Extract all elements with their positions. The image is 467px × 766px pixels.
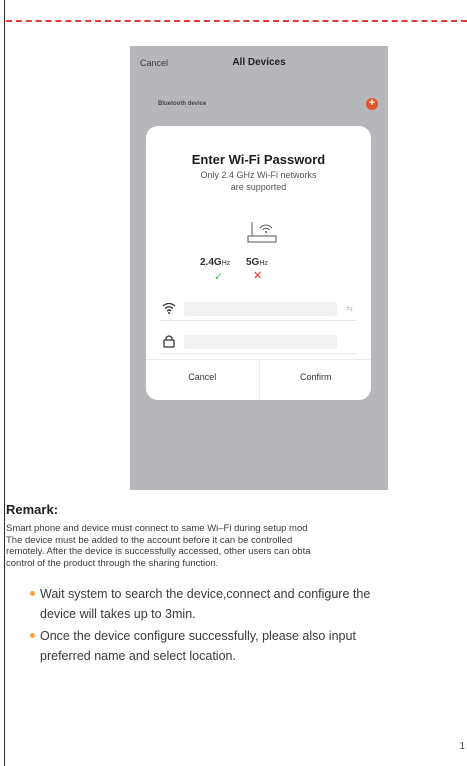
remark-heading: Remark: (6, 502, 59, 517)
wifi-password-input[interactable] (184, 335, 337, 349)
lock-icon (163, 335, 175, 348)
list-item-line: device will takes up to 3min. (40, 607, 196, 621)
remark-line: Smart phone and device must connect to s… (6, 523, 308, 534)
dialog-actions: Cancel Confirm (146, 359, 371, 400)
dialog-cancel-button[interactable]: Cancel (146, 360, 259, 400)
wifi-password-field[interactable] (160, 331, 357, 354)
page-number: 1 (459, 741, 465, 752)
check-icon: ✓ (214, 271, 224, 283)
phone-top-bar: Cancel All Devices (130, 54, 388, 72)
add-device-button[interactable]: + (366, 98, 378, 110)
wifi-name-field[interactable]: ⇆ (160, 298, 357, 321)
dialog-subtitle: Only 2.4 GHz Wi-Fi networks are supporte… (176, 169, 341, 193)
phone-screenshot: Cancel All Devices Bluetooth device + En… (130, 46, 388, 490)
remark-line: remotely. After the device is successful… (6, 546, 311, 557)
dialog-title: Enter Wi-Fi Password (191, 152, 326, 167)
list-item-line: preferred name and select location. (40, 649, 236, 663)
phone-title: All Devices (232, 57, 286, 68)
dialog-confirm-button[interactable]: Confirm (258, 360, 372, 400)
band-24ghz: 2.4GHz (200, 257, 231, 268)
router-icon (247, 222, 277, 243)
bullet-dot-icon (30, 633, 35, 638)
cross-icon: ✕ (253, 270, 263, 282)
cut-line-dashed (6, 20, 467, 22)
remark-line: The device must be added to the account … (6, 534, 293, 546)
frequency-bands: 2.4GHz ✓ 5GHz ✕ (200, 257, 320, 287)
list-item-line: Wait system to search the device,connect… (40, 587, 371, 601)
remark-paragraph: Smart phone and device must connect to s… (6, 523, 461, 569)
list-item-line: Once the device configure successfully, … (40, 629, 356, 643)
wifi-password-dialog: Enter Wi-Fi Password Only 2.4 GHz Wi-Fi … (146, 126, 371, 400)
remark-line: control of the product through the shari… (6, 557, 219, 569)
subtitle-line-1: Only 2.4 GHz Wi-Fi networks (200, 170, 317, 180)
switch-network-icon[interactable]: ⇆ (346, 304, 353, 313)
bluetooth-device-label: Bluetooth device (158, 101, 207, 107)
instruction-list: Wait system to search the device,connect… (30, 584, 450, 668)
list-item: Once the device configure successfully, … (30, 626, 450, 666)
wifi-icon (162, 302, 176, 314)
band-5ghz: 5GHz (246, 257, 268, 268)
subtitle-line-2: are supported (230, 182, 287, 192)
wifi-name-input[interactable] (184, 302, 337, 316)
list-item: Wait system to search the device,connect… (30, 584, 450, 624)
bullet-dot-icon (30, 591, 35, 596)
page-left-border (4, 0, 5, 766)
